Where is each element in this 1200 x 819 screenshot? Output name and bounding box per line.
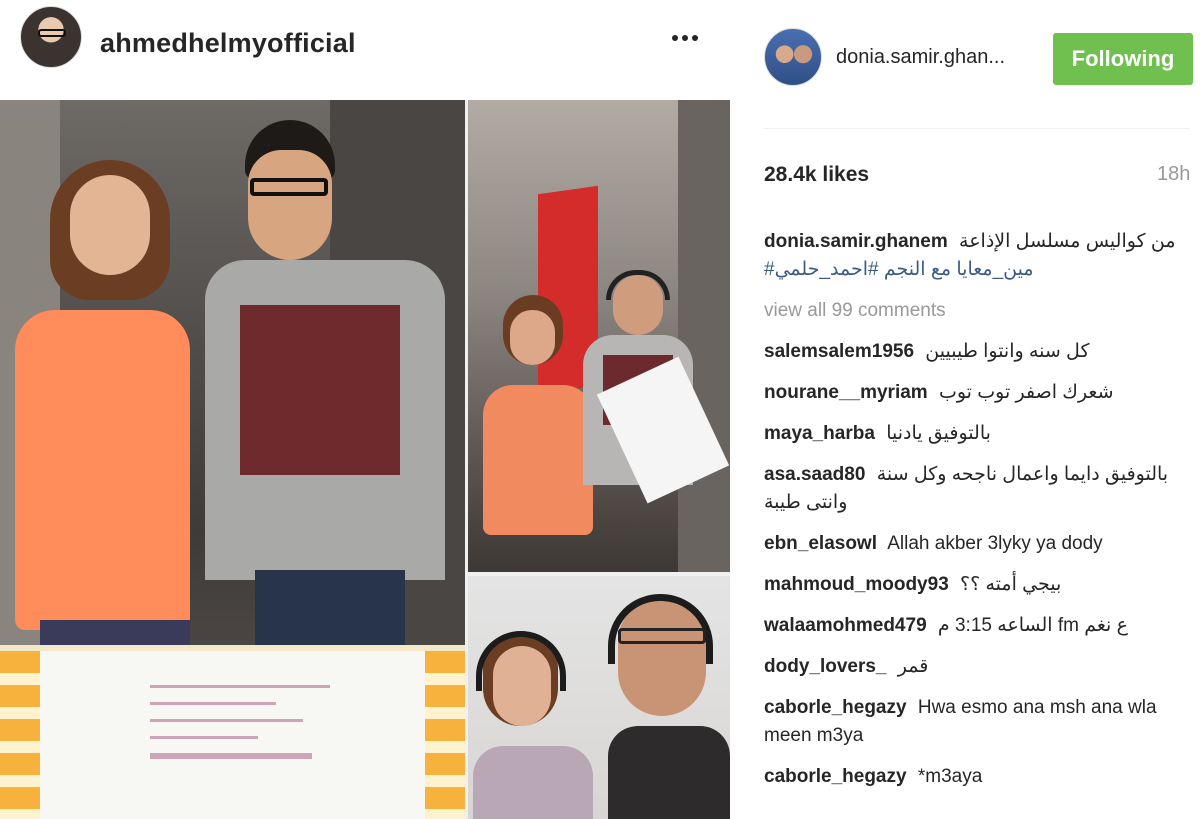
comment-item: mahmoud_moody93 بيجي أمته ؟؟ xyxy=(764,571,1184,599)
post-header: ahmedhelmyofficial xyxy=(0,0,730,100)
post-time[interactable]: 18h xyxy=(1157,163,1190,186)
comment-username[interactable]: maya_harba xyxy=(764,423,875,444)
owner-username[interactable]: ahmedhelmyofficial xyxy=(100,28,356,59)
comment-text: Allah akber 3lyky ya dody xyxy=(887,533,1103,554)
comment-item: dody_lovers_ قمر xyxy=(764,653,1184,681)
comments-list: donia.samir.ghanem من كواليس مسلسل الإذا… xyxy=(764,228,1184,804)
photo-panel-studio xyxy=(468,100,730,572)
comment-item: caborle_hegazy *m3aya xyxy=(764,763,1184,791)
photo-panel-main xyxy=(0,100,465,819)
comment-item: salemsalem1956 كل سنه وانتوا طيبيين xyxy=(764,338,1184,366)
more-options-icon[interactable] xyxy=(670,28,700,48)
comment-text: الساعه 3:15 م fm ع نغم xyxy=(937,615,1128,636)
comment-username[interactable]: ebn_elasowl xyxy=(764,533,877,554)
caption-text: من كواليس مسلسل الإذاعة xyxy=(959,231,1176,252)
comment-item: asa.saad80 بالتوفيق دايما واعمال ناجحه و… xyxy=(764,461,1184,517)
poster-avatar[interactable] xyxy=(764,28,822,86)
comment-item: walaamohmed479 الساعه 3:15 م fm ع نغم xyxy=(764,612,1184,640)
comment-item: ebn_elasowl Allah akber 3lyky ya dody xyxy=(764,530,1184,558)
comment-username[interactable]: asa.saad80 xyxy=(764,464,865,485)
comment-username[interactable]: walaamohmed479 xyxy=(764,615,927,636)
photo-panel-recording xyxy=(468,576,730,819)
caption-hashtags[interactable]: #مين_معايا مع النجم #احمد_حلمي xyxy=(764,256,1184,284)
comment-text: كل سنه وانتوا طيبيين xyxy=(925,341,1090,362)
cake xyxy=(0,645,465,819)
comment-item: maya_harba بالتوفيق يادنيا xyxy=(764,420,1184,448)
comment-text: قمر xyxy=(897,656,929,677)
post-photo[interactable] xyxy=(0,100,730,819)
divider xyxy=(764,128,1190,129)
comment-username[interactable]: caborle_hegazy xyxy=(764,766,907,787)
comment-username[interactable]: mahmoud_moody93 xyxy=(764,574,949,595)
caption: donia.samir.ghanem من كواليس مسلسل الإذا… xyxy=(764,228,1184,284)
comment-username[interactable]: nourane__myriam xyxy=(764,382,928,403)
comment-item: nourane__myriam شعرك اصفر توب توب xyxy=(764,379,1184,407)
comment-username[interactable]: salemsalem1956 xyxy=(764,341,914,362)
likes-count[interactable]: 28.4k likes xyxy=(764,163,869,187)
comment-text: شعرك اصفر توب توب xyxy=(938,382,1114,403)
comment-username[interactable]: caborle_hegazy xyxy=(764,697,907,718)
poster-username[interactable]: donia.samir.ghan... xyxy=(836,46,1005,69)
comment-text: بيجي أمته ؟؟ xyxy=(960,574,1062,595)
comment-text: *m3aya xyxy=(917,766,983,787)
comment-username[interactable]: dody_lovers_ xyxy=(764,656,887,677)
view-all-comments-link[interactable]: view all 99 comments xyxy=(764,297,1184,325)
comment-item: caborle_hegazy Hwa esmo ana msh ana wla … xyxy=(764,694,1184,750)
comment-text: بالتوفيق يادنيا xyxy=(886,423,991,444)
caption-username[interactable]: donia.samir.ghanem xyxy=(764,231,948,252)
owner-avatar[interactable] xyxy=(20,6,82,68)
following-button[interactable]: Following xyxy=(1053,33,1193,85)
